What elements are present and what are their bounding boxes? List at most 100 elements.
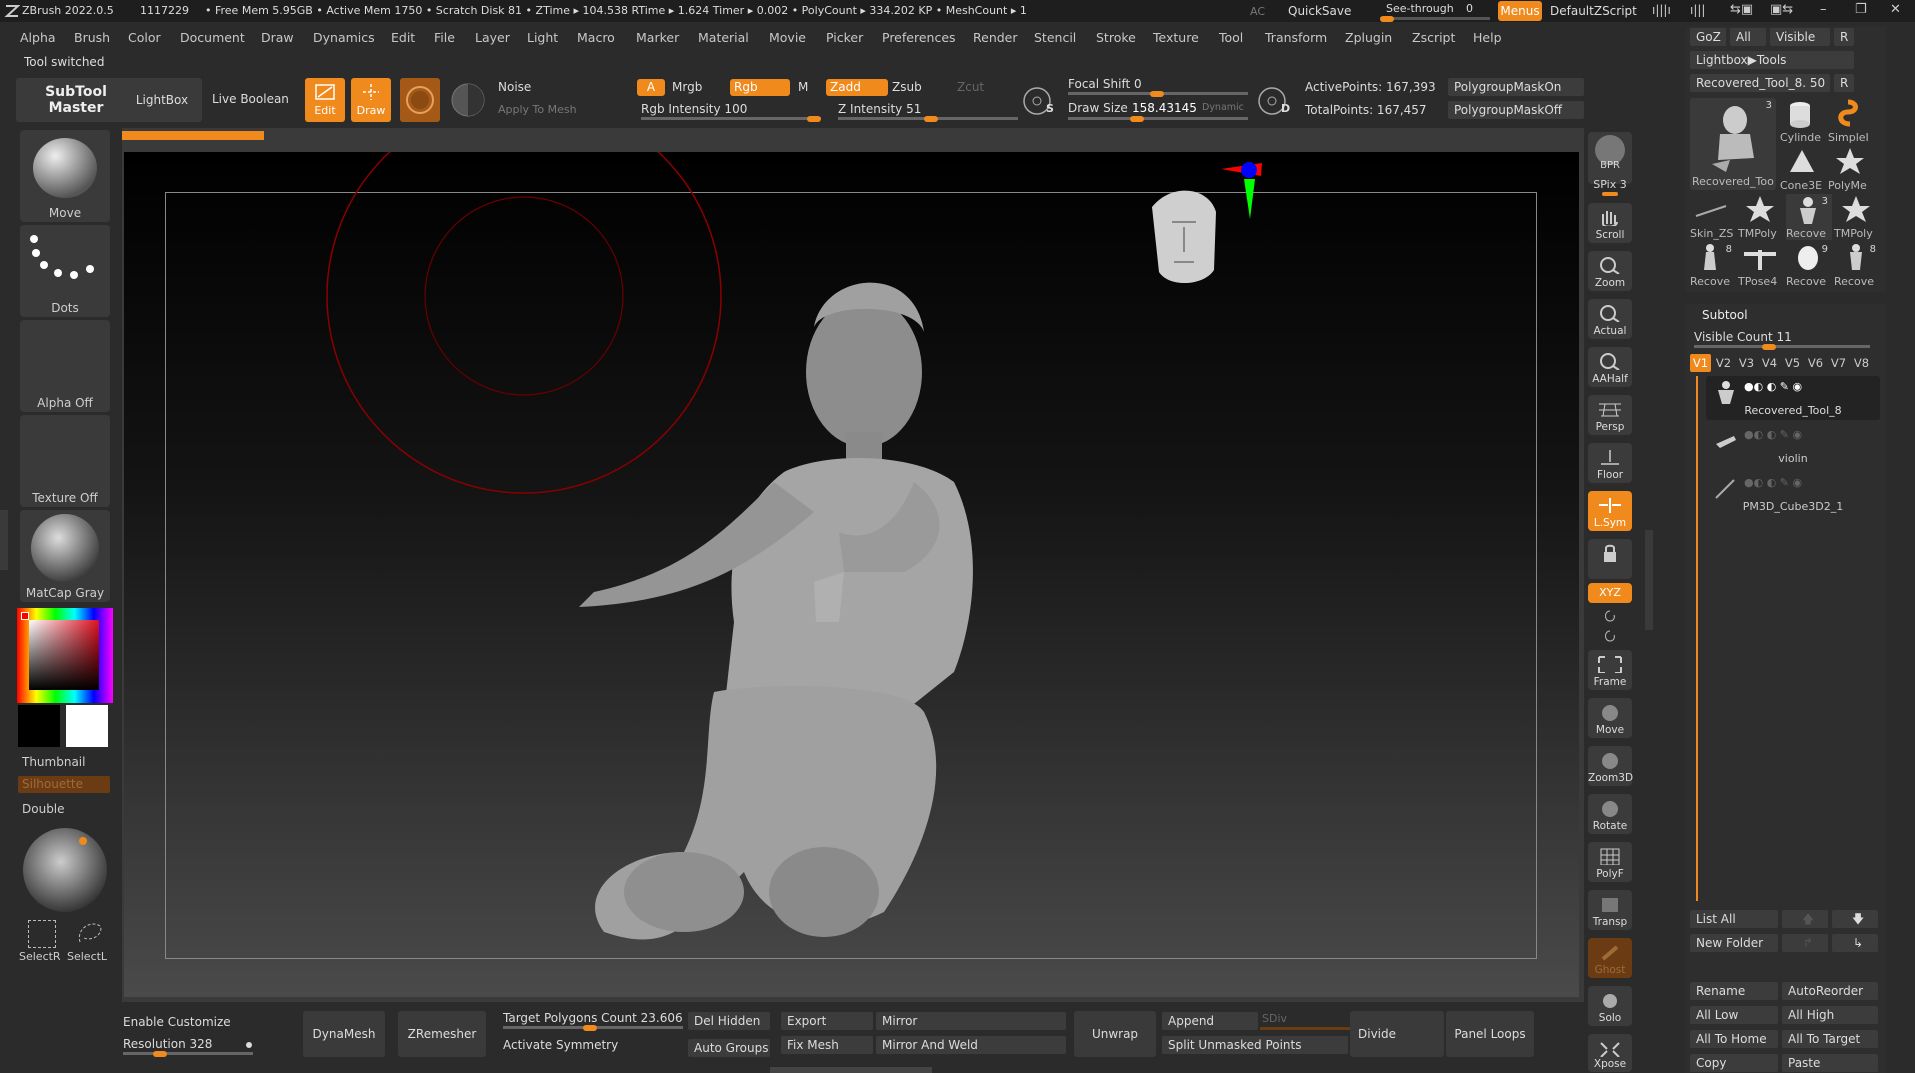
all-low-button[interactable]: All Low [1690,1006,1778,1024]
restore-icon[interactable]: ❐ [1855,2,1867,17]
vtab-7[interactable]: V7 [1828,354,1849,372]
xyz-button[interactable]: XYZ [1588,583,1632,603]
tool-thumb-recovered[interactable]: 3 Recovered_Too [1690,98,1776,190]
vtab-1[interactable]: V1 [1690,354,1711,372]
r-button-2[interactable]: R [1834,74,1854,92]
brush-move-thumb[interactable]: Move [20,130,110,222]
tool-thumb-polymesh[interactable]: PolyMe [1828,146,1874,192]
selectrect-icon[interactable] [28,920,56,948]
autoreorder-button[interactable]: AutoReorder [1782,982,1878,1000]
subtool-visibility-2-icon[interactable]: ●◐ ◐ ✎ ◉ [1744,476,1802,489]
visible-button[interactable]: Visible [1770,28,1830,46]
split-unmasked-button[interactable]: Split Unmasked Points [1162,1036,1348,1054]
subtool-visibility-icon[interactable]: ●◐ ◐ ✎ ◉ [1744,380,1802,393]
visible-count-slider[interactable] [1694,344,1870,350]
zremesher-button[interactable]: ZRemesher [398,1011,486,1057]
tool-thumb-cone[interactable]: Cone3E [1780,146,1826,192]
menu-marker[interactable]: Marker [636,26,679,50]
thumbnail-label[interactable]: Thumbnail [22,755,85,769]
menu-color[interactable]: Color [128,26,161,50]
menu-dynamics[interactable]: Dynamics [313,26,375,50]
tool-thumb-simplebrush[interactable]: SimpleI [1828,98,1874,144]
dynamesh-button[interactable]: DynaMesh [303,1011,385,1057]
bottom-tray-handle[interactable] [770,1067,932,1073]
tool-thumb-tmpoly-b[interactable]: TMPoly [1834,194,1880,240]
menu-layer[interactable]: Layer [475,26,510,50]
menu-picker[interactable]: Picker [826,26,863,50]
vtab-5[interactable]: V5 [1782,354,1803,372]
menu-texture[interactable]: Texture [1153,26,1199,50]
move-up-button[interactable]: 🡅 [1782,910,1828,928]
tool-thumb-recove-c[interactable]: 9 Recove [1786,242,1832,288]
noise-button[interactable]: Noise [498,80,531,94]
zoom3d-button[interactable]: Zoom3D [1588,746,1633,786]
all-to-target-button[interactable]: All To Target [1782,1030,1878,1048]
texture-thumb[interactable]: Texture Off [20,415,110,507]
subtool-scrollbar[interactable] [1696,376,1698,901]
vtab-4[interactable]: V4 [1759,354,1780,372]
vtab-3[interactable]: V3 [1736,354,1757,372]
menu-document[interactable]: Document [180,26,245,50]
double-button[interactable]: Double [22,802,65,816]
minimize-icon[interactable]: – [1820,2,1827,17]
menu-draw[interactable]: Draw [261,26,294,50]
enable-customize-button[interactable]: Enable Customize [123,1015,231,1029]
right-tray-handle[interactable] [1645,530,1653,630]
color-picker[interactable] [17,608,113,703]
tool-thumb-recove-b[interactable]: 8 Recove [1690,242,1736,288]
fix-mesh-button[interactable]: Fix Mesh [781,1036,873,1054]
actual-button[interactable]: Actual [1588,299,1632,339]
tool-thumb-tpose[interactable]: TPose4 [1738,242,1784,288]
subtool-visibility-1-icon[interactable]: ●◐ ◐ ✎ ◉ [1744,428,1802,441]
resolution-slider[interactable] [123,1051,253,1057]
palette-toggle-2-icon[interactable]: ı||| [1690,3,1705,17]
left-tray-handle[interactable] [0,510,8,570]
aahalf-button[interactable]: AAHalf [1588,347,1632,387]
rgb-intensity-slider[interactable] [641,116,821,122]
d-button[interactable]: D [1255,80,1291,120]
auto-groups-button[interactable]: Auto Groups [688,1039,770,1057]
subtool-item-0[interactable]: ●◐ ◐ ✎ ◉ Recovered_Tool_8 [1706,376,1880,420]
transp-button[interactable]: Transp [1588,890,1632,930]
mrgb-button[interactable]: Mrgb [672,80,702,94]
menu-macro[interactable]: Macro [577,26,615,50]
insert-up-button[interactable]: ↱ [1782,934,1828,952]
frame-button[interactable]: Frame [1588,650,1632,690]
matcap-thumb[interactable]: MatCap Gray [20,510,110,602]
edit-mode-button[interactable]: Edit [305,78,345,122]
menu-render[interactable]: Render [973,26,1018,50]
lsym-button[interactable]: L.Sym [1588,491,1632,531]
xpose-button[interactable]: Xpose [1588,1034,1632,1072]
rotate-button[interactable]: Rotate [1588,794,1632,834]
seethrough-slider[interactable] [1380,16,1490,22]
divide-button[interactable]: Divide [1350,1011,1444,1057]
rgb-button[interactable]: Rgb [730,79,790,96]
menu-file[interactable]: File [434,26,455,50]
persp-button[interactable]: Persp [1588,395,1632,435]
append-button[interactable]: Append [1162,1012,1258,1030]
zoom-button[interactable]: Zoom [1588,251,1632,291]
subtool-item-1[interactable]: ●◐ ◐ ✎ ◉ violin [1706,424,1880,468]
menu-help[interactable]: Help [1473,26,1502,50]
polyf-button[interactable]: PolyF [1588,842,1632,882]
z-intensity-slider[interactable] [838,116,1018,122]
stroke-dots-thumb[interactable]: Dots [20,225,110,317]
mirror-button[interactable]: Mirror [876,1012,1066,1030]
sdiv-slider[interactable] [1260,1027,1350,1030]
vtab-2[interactable]: V2 [1713,354,1734,372]
apply-to-mesh-button[interactable]: Apply To Mesh [498,103,577,116]
tool-thumb-tmpoly[interactable]: TMPoly [1738,194,1784,240]
all-button[interactable]: All [1730,28,1766,46]
ghost-button[interactable]: Ghost [1588,938,1632,978]
layout-icon[interactable]: ⇆▣ [1730,2,1753,17]
insert-down-button[interactable]: ↳ [1832,934,1878,952]
scroll-button[interactable]: Scroll [1588,203,1632,243]
subtool-item-2[interactable]: ●◐ ◐ ✎ ◉ PM3D_Cube3D2_1 [1706,472,1880,516]
solo-button[interactable]: Solo [1588,986,1632,1026]
vtab-8[interactable]: V8 [1851,354,1872,372]
unwrap-button[interactable]: Unwrap [1074,1011,1156,1057]
polygroup-mask-off-button[interactable]: PolygroupMaskOff [1448,101,1584,119]
s-button[interactable]: S [1020,80,1056,120]
spix-slider[interactable] [1602,192,1618,196]
menus-button[interactable]: Menus [1498,1,1542,21]
